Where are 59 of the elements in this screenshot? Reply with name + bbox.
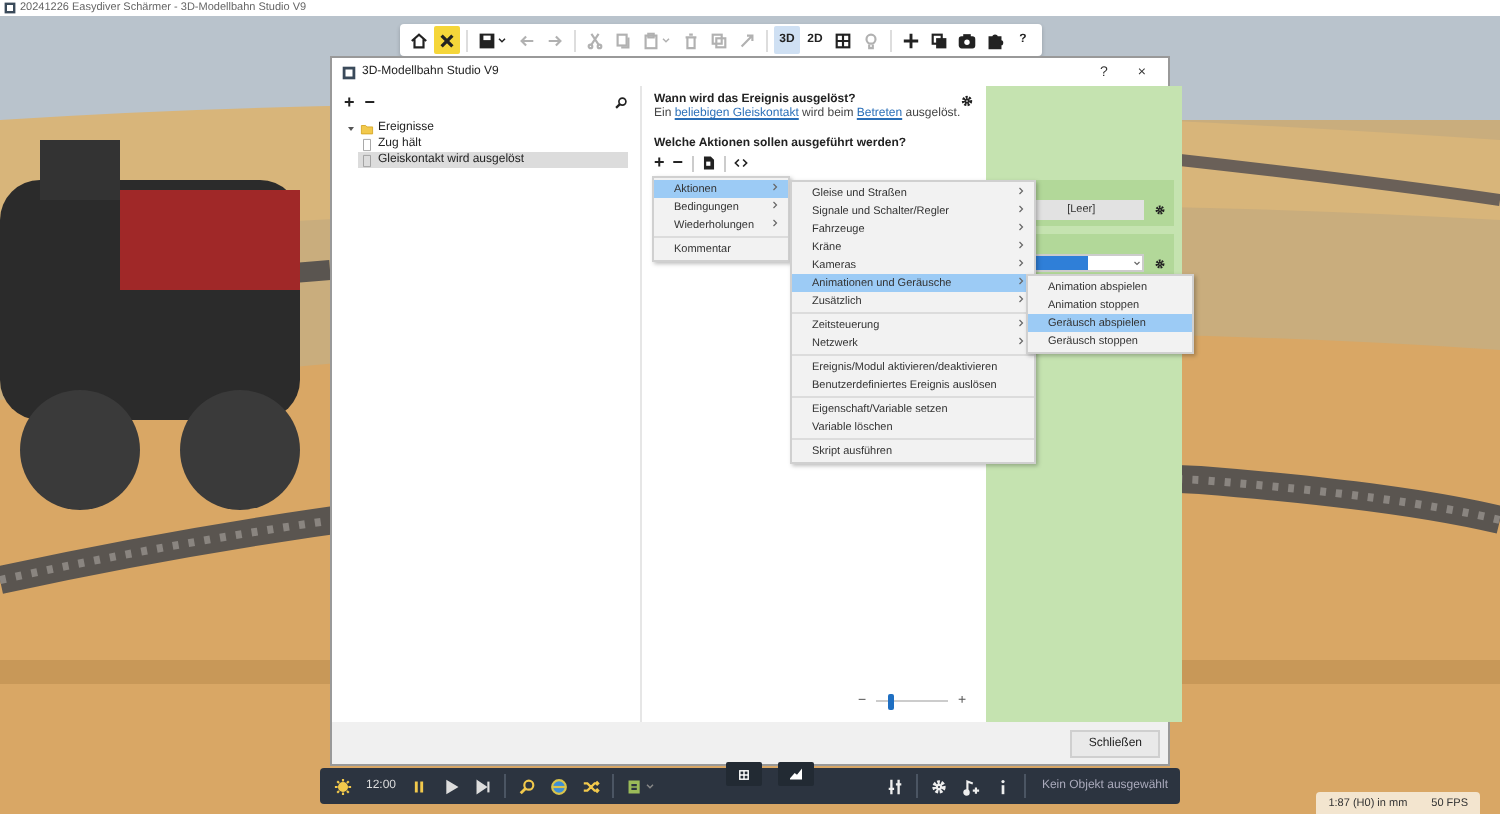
action-tool-button[interactable]: − — [672, 154, 684, 172]
dup-icon — [710, 31, 728, 49]
lamp-icon — [862, 31, 880, 49]
taskbar-button[interactable] — [927, 777, 950, 795]
sun-icon — [334, 777, 352, 795]
gear-icon — [1154, 257, 1167, 269]
document-icon — [701, 156, 716, 170]
home-icon — [410, 31, 428, 49]
mixer-icon — [885, 777, 904, 795]
gear-icon — [960, 94, 975, 108]
paste-icon — [642, 31, 660, 49]
skip-icon — [474, 777, 493, 795]
gear-icon — [929, 777, 948, 795]
taskbar-button[interactable] — [440, 777, 463, 795]
link-icon — [738, 31, 756, 49]
save-icon — [478, 31, 496, 49]
search-icon — [614, 96, 628, 110]
undo-icon — [518, 31, 536, 49]
pause-icon — [410, 777, 429, 795]
search-icon — [518, 777, 537, 795]
caret-icon — [1132, 258, 1143, 268]
windows-icon — [930, 31, 948, 49]
play-icon — [442, 777, 461, 795]
taskbar-button[interactable] — [883, 777, 906, 795]
code-icon — [733, 156, 748, 170]
layers-icon — [626, 777, 645, 795]
plus-icon — [902, 31, 920, 49]
taskbar-button[interactable] — [959, 777, 982, 795]
action-tool-button[interactable]: + — [654, 154, 665, 172]
caret-icon — [644, 780, 657, 792]
taskbar-button[interactable] — [778, 762, 815, 786]
tree-tool-button[interactable]: − — [364, 94, 376, 112]
taskbar-button[interactable] — [516, 777, 539, 795]
globe-icon — [550, 777, 569, 795]
slider-thumb[interactable] — [887, 693, 894, 709]
grid-icon — [738, 765, 751, 783]
expand-triangle-icon — [346, 123, 356, 133]
taskbar-button[interactable] — [624, 777, 659, 795]
shuffle-icon — [582, 777, 601, 795]
tree-tool-button[interactable]: + — [344, 94, 355, 112]
taskbar-button[interactable] — [548, 777, 571, 795]
cut-icon — [586, 31, 604, 49]
camera-icon — [958, 31, 976, 49]
gear-icon — [1154, 204, 1167, 216]
music-icon — [961, 777, 980, 795]
taskbar-button[interactable] — [332, 777, 354, 795]
grid-icon — [834, 31, 852, 49]
redo-icon — [546, 31, 564, 49]
trash-icon — [682, 31, 700, 49]
taskbar-button[interactable] — [726, 762, 763, 786]
puzzle-icon — [986, 31, 1004, 49]
taskbar-button[interactable] — [580, 777, 603, 795]
copy-icon — [614, 31, 632, 49]
toolbar-button[interactable] — [434, 26, 460, 54]
tools-icon — [438, 31, 456, 49]
caret-icon — [660, 34, 672, 46]
taskbar-button[interactable] — [472, 777, 495, 795]
caret-icon — [496, 34, 508, 46]
app-icon — [342, 65, 356, 79]
